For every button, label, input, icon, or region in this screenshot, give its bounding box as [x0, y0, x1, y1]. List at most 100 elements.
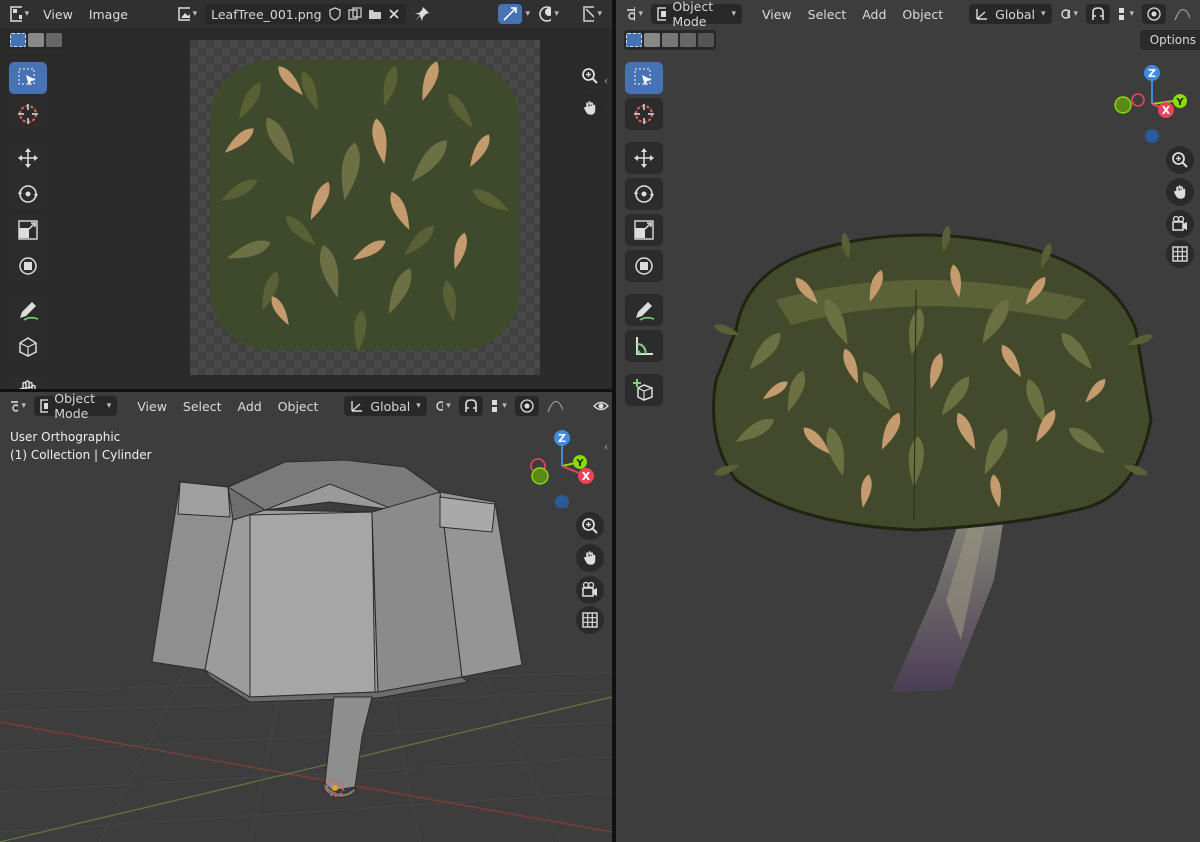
- chevron-down-icon[interactable]: ▾: [526, 9, 531, 19]
- close-icon[interactable]: [388, 8, 400, 20]
- navigation-gizmo[interactable]: Z Y X: [522, 428, 602, 508]
- overlay-icon: [539, 6, 552, 22]
- snap-target-button[interactable]: ▾: [1114, 4, 1138, 24]
- folder-icon[interactable]: [368, 7, 382, 21]
- display-channels-button[interactable]: ▾: [534, 4, 563, 24]
- pivot-button[interactable]: ▾: [1056, 4, 1082, 24]
- tool-grab[interactable]: [9, 374, 47, 389]
- uv-sync-button[interactable]: [497, 4, 522, 24]
- object-mode-icon: [657, 7, 667, 21]
- tool-select-box[interactable]: [9, 62, 47, 94]
- rotate-icon: [634, 185, 654, 203]
- tool-cursor[interactable]: [9, 98, 47, 130]
- selection-modes[interactable]: [624, 30, 716, 50]
- shield-icon[interactable]: [328, 7, 342, 21]
- select-extend-icon[interactable]: [28, 33, 44, 47]
- options-button[interactable]: Options: [1139, 30, 1200, 50]
- select-extend-icon[interactable]: [644, 33, 660, 47]
- select-intersect-icon[interactable]: [698, 33, 714, 47]
- orientation-dropdown[interactable]: Global ▾: [969, 4, 1052, 24]
- menu-view[interactable]: View: [756, 7, 798, 22]
- tool-scale[interactable]: [9, 214, 47, 246]
- menu-object[interactable]: Object: [272, 399, 325, 414]
- tool-transform[interactable]: [9, 250, 47, 282]
- tool-annotate[interactable]: [9, 294, 47, 326]
- zoom-button[interactable]: [576, 62, 604, 90]
- select-box-icon[interactable]: [10, 33, 26, 47]
- menu-select[interactable]: Select: [177, 399, 228, 414]
- chevron-down-icon: ▾: [21, 401, 26, 411]
- chevron-down-icon: ▾: [1129, 9, 1134, 19]
- tool-annotate[interactable]: [625, 294, 663, 326]
- zoom-button[interactable]: [576, 512, 604, 540]
- navigation-gizmo[interactable]: Z Y X: [1110, 60, 1190, 150]
- ortho-toggle-button[interactable]: [576, 606, 604, 634]
- gizmo-toggle-button[interactable]: ▾: [579, 4, 606, 24]
- menu-select[interactable]: Select: [802, 7, 853, 22]
- snap-icon: [1092, 7, 1104, 20]
- pan-button[interactable]: [1166, 178, 1194, 206]
- orientation-dropdown[interactable]: Global ▾: [344, 396, 427, 416]
- viewport-bottom-area[interactable]: ▾ Object Mode ▾ View Select Add Object G…: [0, 392, 612, 842]
- image-browse-button[interactable]: ▾: [174, 4, 201, 24]
- editor-type-button[interactable]: ▾: [622, 4, 647, 24]
- tool-sample[interactable]: [9, 330, 47, 362]
- menu-image[interactable]: Image: [83, 7, 134, 22]
- falloff-button[interactable]: [1170, 4, 1194, 24]
- snap-target-button[interactable]: ▾: [487, 396, 511, 416]
- tool-move[interactable]: [9, 142, 47, 174]
- viewport-right-area[interactable]: ▾ Object Mode ▾ View Select Add Object G…: [616, 0, 1200, 842]
- zoom-button[interactable]: [1166, 146, 1194, 174]
- tool-rotate[interactable]: [625, 178, 663, 210]
- pan-button[interactable]: [576, 94, 604, 122]
- menu-view[interactable]: View: [37, 7, 79, 22]
- visibility-button[interactable]: [589, 396, 612, 416]
- tool-scale[interactable]: [625, 214, 663, 246]
- image-editor-area: ▾ View Image ▾ LeafTree_001.png ▾ ▾ ▾ ‹: [0, 0, 612, 389]
- falloff-button[interactable]: [543, 396, 567, 416]
- select-invert-icon[interactable]: [680, 33, 696, 47]
- proportional-edit-button[interactable]: [1142, 4, 1166, 24]
- tool-transform[interactable]: [625, 250, 663, 282]
- menu-view[interactable]: View: [131, 399, 173, 414]
- select-subtract-icon[interactable]: [46, 33, 62, 47]
- hand-icon: [584, 101, 596, 115]
- link-icon: [436, 401, 444, 411]
- proportional-edit-button[interactable]: [514, 396, 539, 416]
- image-name-field[interactable]: LeafTree_001.png: [205, 4, 406, 24]
- tool-measure[interactable]: [625, 330, 663, 362]
- sidebar-toggle-icon[interactable]: ‹: [604, 442, 608, 453]
- snap-button[interactable]: [458, 396, 483, 416]
- editor-type-button[interactable]: ▾: [6, 396, 30, 416]
- camera-button[interactable]: [1166, 210, 1194, 238]
- camera-button[interactable]: [576, 576, 604, 604]
- tool-select-box[interactable]: [625, 62, 663, 94]
- menu-add[interactable]: Add: [231, 399, 267, 414]
- pin-button[interactable]: [410, 4, 434, 24]
- tool-add-cube[interactable]: [625, 374, 663, 406]
- select-box-icon[interactable]: [626, 33, 642, 47]
- tool-cursor[interactable]: [625, 98, 663, 130]
- uv-icon: [502, 7, 517, 21]
- pivot-button[interactable]: ▾: [431, 396, 455, 416]
- viewport-icon: [627, 7, 636, 21]
- gizmo-y-label: Y: [1175, 97, 1184, 108]
- tool-rotate[interactable]: [9, 178, 47, 210]
- snap-button[interactable]: [1086, 4, 1110, 24]
- sidebar-toggle-icon[interactable]: ‹: [604, 76, 608, 87]
- chevron-down-icon: ▾: [502, 401, 507, 411]
- orientation-label: Global: [370, 398, 411, 414]
- selection-modes[interactable]: [8, 30, 64, 50]
- menu-object[interactable]: Object: [896, 7, 949, 22]
- tool-move[interactable]: [625, 142, 663, 174]
- pan-button[interactable]: [576, 544, 604, 572]
- mode-label: Object Mode: [54, 392, 95, 421]
- mode-dropdown[interactable]: Object Mode ▾: [34, 392, 118, 421]
- viewport-icon: [11, 399, 19, 413]
- menu-add[interactable]: Add: [856, 7, 892, 22]
- select-subtract-icon[interactable]: [662, 33, 678, 47]
- mode-dropdown[interactable]: Object Mode ▾: [651, 0, 742, 29]
- ortho-toggle-button[interactable]: [1166, 240, 1194, 268]
- editor-type-button[interactable]: ▾: [6, 4, 33, 24]
- duplicate-icon[interactable]: [347, 7, 362, 21]
